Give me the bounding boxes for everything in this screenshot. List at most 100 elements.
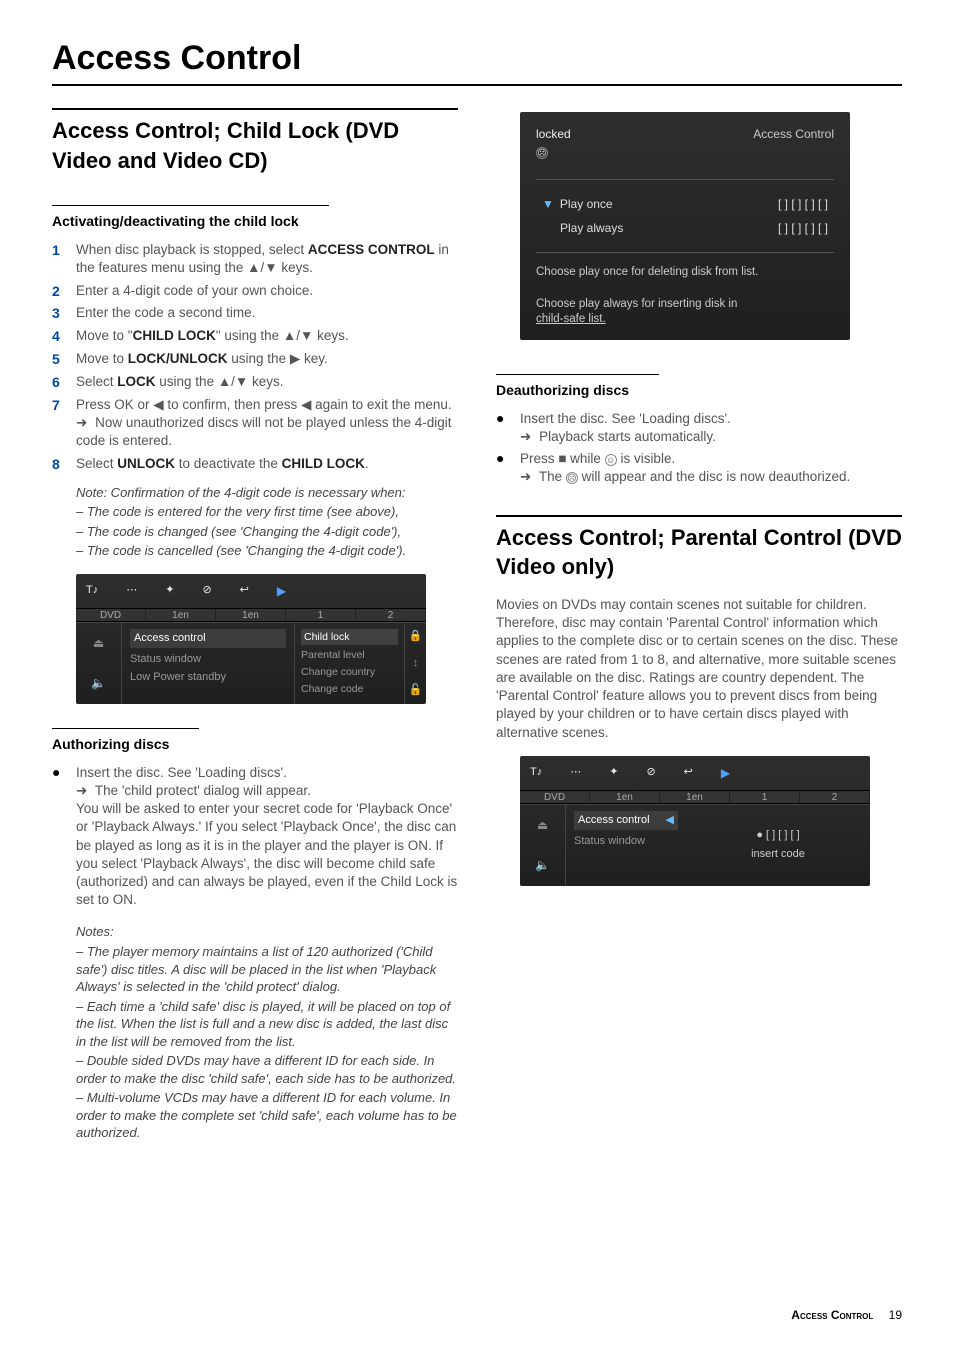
list-item: ● Insert the disc. See 'Loading discs'. … [52,764,458,910]
left-column: Access Control; Child Lock (DVD Video an… [52,104,458,1144]
arrow-result [520,429,535,444]
osd-submenu-item: Change code [301,682,398,696]
osd-tab-icon: ↩ [684,765,693,780]
subheading-activating: Activating/deactivating the child lock [52,205,329,231]
step-text: Press OK or ◀ to confirm, then press ◀ a… [76,396,458,451]
step-text: Select UNLOCK to deactivate the CHILD LO… [76,455,458,473]
auth-bullets: ● Insert the disc. See 'Loading discs'. … [52,764,458,910]
bullet-text: Insert the disc. See 'Loading discs'. [520,411,731,426]
note-line: – The player memory maintains a list of … [76,943,458,996]
note-intro: Note: Confirmation of the 4-digit code i… [76,484,458,502]
bullet-icon: ● [52,764,76,781]
note-block: Note: Confirmation of the 4-digit code i… [76,484,458,560]
step-num: 6 [52,373,76,392]
locked-msg2b: child-safe list. [536,313,606,325]
note-line: – Each time a 'child safe' disc is playe… [76,998,458,1051]
up-down-icon: ↕ [413,656,419,671]
play-once-label: Play once [560,197,613,211]
step-text: When disc playback is stopped, select AC… [76,241,458,277]
osd-strip-cell: 1en [146,609,216,621]
list-item: ● Press ■ while ☺ is visible. The ☹ will… [496,450,902,486]
osd-strip-cell: 1 [730,791,800,803]
osd-submenu-item: Parental level [301,648,398,662]
osd-strip-cell: DVD [76,609,146,621]
note-line: – Double sided DVDs may have a different… [76,1052,458,1087]
osd-tab-icon: T♪ [530,765,542,780]
subheading-authorizing: Authorizing discs [52,728,199,754]
osd-tab-icon: ⋯ [570,765,581,780]
section-heading-parental: Access Control; Parental Control (DVD Vi… [496,515,902,582]
list-item: ● Insert the disc. See 'Loading discs'. … [496,410,902,446]
code-placeholder: [ ] [ ] [ ] [ ] [778,196,828,212]
osd-tab-icon: ↩ [240,583,249,598]
osd-menu-item: Low Power standby [130,670,286,685]
note-line: – The code is entered for the very first… [76,503,458,521]
osd-strip-cell: 1 [286,609,356,621]
bullet-text: Press ■ while ☺ is visible. [520,451,675,466]
locked-msg1: Choose play once for deleting disk from … [536,265,834,281]
chevron-right-icon: ▶ [277,583,286,599]
footer-page-number: 19 [889,1308,902,1322]
step-num: 1 [52,241,76,260]
osd-menu-item: Access control ◀ [574,811,678,830]
sad-face-icon: ☹ [536,147,548,159]
footer-label: Access Control [791,1308,873,1322]
step-text: Move to "CHILD LOCK" using the ▲/▼ keys. [76,327,458,345]
osd-tab-icon: ✦ [165,583,174,598]
page-footer: Access Control 19 [791,1307,902,1323]
locked-header-right: Access Control [753,126,834,159]
step-num: 5 [52,350,76,369]
step-5: 5Move to LOCK/UNLOCK using the ▶ key. [52,350,458,369]
chevron-down-icon: ▼ [542,197,554,211]
code-hint: insert code [751,847,805,862]
right-column: locked ☹ Access Control ▼ Play once [ ] [… [496,104,902,1144]
step-text: Select LOCK using the ▲/▼ keys. [76,373,458,391]
eject-icon: ⏏ [537,817,548,833]
note-line: – The code is cancelled (see 'Changing t… [76,542,458,560]
step-num: 4 [52,327,76,346]
speaker-icon: 🔈 [535,857,550,873]
arrow-text: The 'child protect' dialog will appear. [95,783,311,798]
locked-msg2a: Choose play always for inserting disk in [536,298,737,310]
arrow-text: The ☹ will appear and the disc is now de… [539,469,850,484]
osd-tab-icon: T♪ [86,583,98,598]
steps-list: 1When disc playback is stopped, select A… [52,241,458,473]
osd-tab-icon: ✦ [609,765,618,780]
page-title: Access Control [52,36,902,86]
ui-screenshot-insert-code: T♪ ⋯ ✦ ⊘ ↩ ▶ DVD 1en 1en 1 2 ⏏ 🔈 A [520,756,870,886]
step-1: 1When disc playback is stopped, select A… [52,241,458,277]
osd-strip-cell: 1en [216,609,286,621]
ui-screenshot-childlock-menu: T♪ ⋯ ✦ ⊘ ↩ ▶ DVD 1en 1en 1 2 ⏏ 🔈 A [76,574,426,704]
deauth-bullets: ● Insert the disc. See 'Loading discs'. … [496,410,902,487]
step-text: Move to LOCK/UNLOCK using the ▶ key. [76,350,458,368]
step-text: Enter a 4-digit code of your own choice. [76,282,458,300]
parental-paragraph: Movies on DVDs may contain scenes not su… [496,596,902,742]
chevron-right-icon: ▶ [721,765,730,781]
ui-screenshot-locked-dialog: locked ☹ Access Control ▼ Play once [ ] [… [520,112,850,340]
osd-tab-icon: ⊘ [202,583,211,598]
step-num: 8 [52,455,76,474]
step-2: 2Enter a 4-digit code of your own choice… [52,282,458,301]
lock-icon: 🔒 [409,629,423,644]
osd-strip-cell: 2 [800,791,870,803]
step-3: 3Enter the code a second time. [52,304,458,323]
bullet-icon: ● [496,450,520,467]
play-always-label: Play always [542,220,623,236]
osd-tab-icon: ⊘ [646,765,655,780]
osd-strip-cell: 1en [590,791,660,803]
bullet-text: Insert the disc. See 'Loading discs'. [76,765,287,780]
step-6: 6Select LOCK using the ▲/▼ keys. [52,373,458,392]
step-7: 7Press OK or ◀ to confirm, then press ◀ … [52,396,458,451]
step-8: 8Select UNLOCK to deactivate the CHILD L… [52,455,458,474]
bullet-icon: ● [496,410,520,427]
code-placeholder: [ ] [ ] [ ] [ ] [778,220,828,236]
osd-submenu-item: Child lock [301,629,398,645]
osd-tab-icon: ⋯ [126,583,137,598]
locked-title: locked [536,127,571,141]
note-line: – Multi-volume VCDs may have a different… [76,1089,458,1142]
subheading-deauthorizing: Deauthorizing discs [496,374,659,400]
section-heading-childlock: Access Control; Child Lock (DVD Video an… [52,108,458,175]
speaker-icon: 🔈 [91,675,106,691]
note-line: – The code is changed (see 'Changing the… [76,523,458,541]
step-num: 3 [52,304,76,323]
